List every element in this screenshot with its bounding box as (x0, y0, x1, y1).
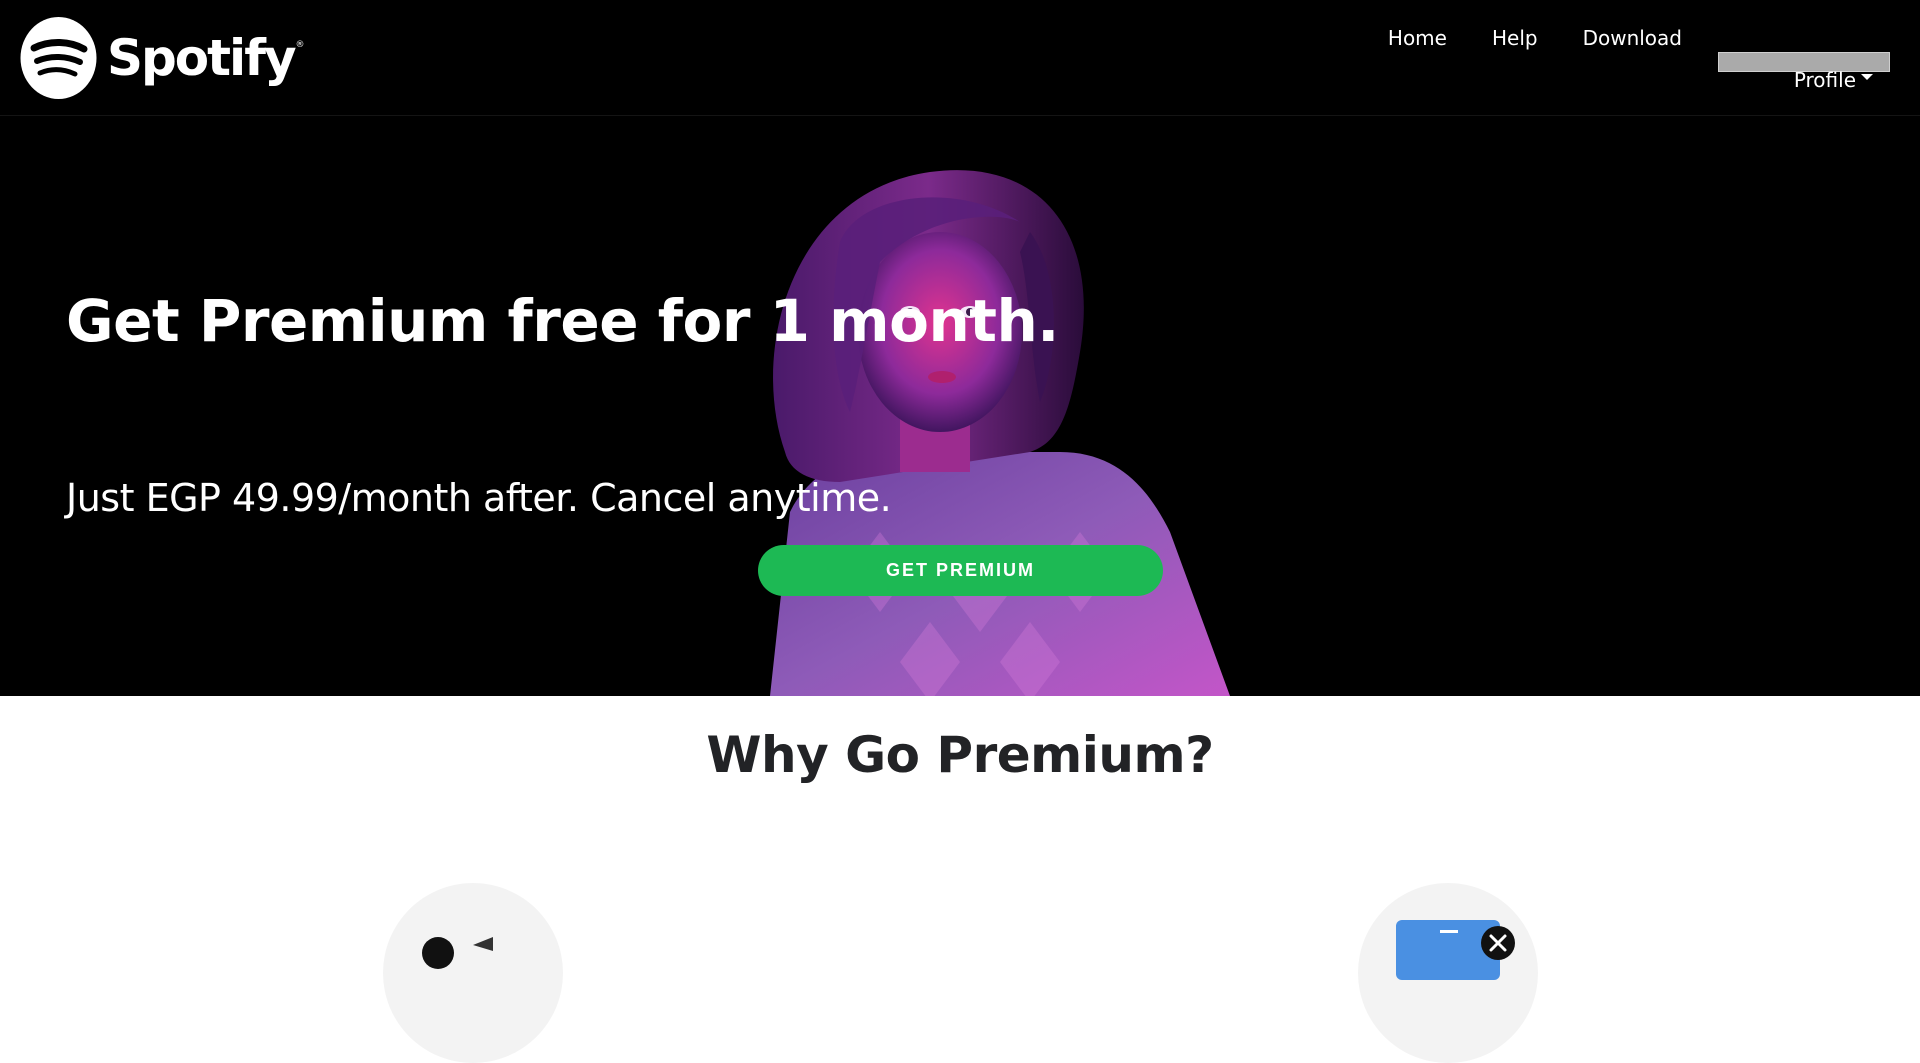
profile-label: Profile (1793, 68, 1856, 92)
hero-title: Get Premium free for 1 month. (66, 287, 1059, 355)
site-header: Spotify ® Home Help Download Profile (0, 0, 1920, 116)
nav-help-link[interactable]: Help (1492, 24, 1538, 52)
spotify-logo[interactable]: Spotify ® (20, 16, 305, 100)
main-nav: Home Help Download (1388, 24, 1682, 52)
nav-home-link[interactable]: Home (1388, 24, 1447, 52)
download-music-icon (422, 937, 493, 969)
why-premium-heading: Why Go Premium? (706, 726, 1214, 784)
feature-no-ads-circle (1358, 883, 1538, 1063)
no-ads-icon (1396, 920, 1515, 980)
profile-dropdown-toggle[interactable]: Profile (1794, 66, 1873, 94)
hero-banner: Get Premium free for 1 month. Just EGP 4… (0, 116, 1920, 696)
profile-menu: Profile (1718, 52, 1890, 92)
logo-wordmark: Spotify ® (107, 29, 305, 87)
feature-download-circle (383, 883, 563, 1063)
get-premium-button[interactable]: GET PREMIUM (758, 545, 1163, 596)
hero-subtitle: Just EGP 49.99/month after. Cancel anyti… (66, 476, 892, 520)
hero-portrait-image (770, 170, 1230, 696)
spotify-logo-icon (20, 17, 97, 99)
registered-mark: ® (295, 40, 305, 50)
caret-down-icon (1861, 74, 1873, 80)
nav-download-link[interactable]: Download (1583, 24, 1682, 52)
